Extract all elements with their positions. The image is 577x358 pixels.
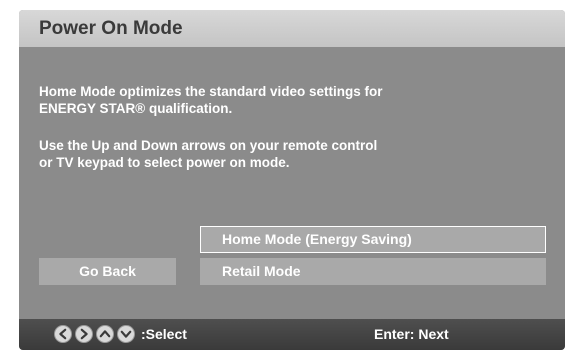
- description-paragraph-1: Home Mode optimizes the standard video s…: [39, 83, 383, 117]
- option-home-mode[interactable]: Home Mode (Energy Saving): [200, 226, 546, 253]
- arrow-down-icon: [117, 325, 135, 343]
- description-paragraph-2: Use the Up and Down arrows on your remot…: [39, 137, 377, 171]
- title-bar: Power On Mode: [19, 10, 565, 47]
- footer-bar: :Select Enter: Next: [19, 319, 565, 350]
- power-on-mode-screen: Power On Mode Home Mode optimizes the st…: [19, 10, 565, 350]
- option-retail-mode[interactable]: Retail Mode: [200, 258, 546, 285]
- description-line-1: Home Mode optimizes the standard video s…: [39, 84, 383, 99]
- enter-next-hint: Enter: Next: [374, 326, 449, 342]
- nav-arrow-icons: [54, 325, 135, 343]
- description-line-4: or TV keypad to select power on mode.: [39, 155, 290, 170]
- page-title: Power On Mode: [39, 18, 183, 39]
- arrow-left-icon: [54, 325, 72, 343]
- arrow-right-icon: [75, 325, 93, 343]
- description-line-2: ENERGY STAR® qualification.: [39, 101, 233, 116]
- arrow-up-icon: [96, 325, 114, 343]
- description-line-3: Use the Up and Down arrows on your remot…: [39, 138, 378, 153]
- select-hint: :Select: [141, 326, 187, 342]
- go-back-button[interactable]: Go Back: [39, 258, 176, 285]
